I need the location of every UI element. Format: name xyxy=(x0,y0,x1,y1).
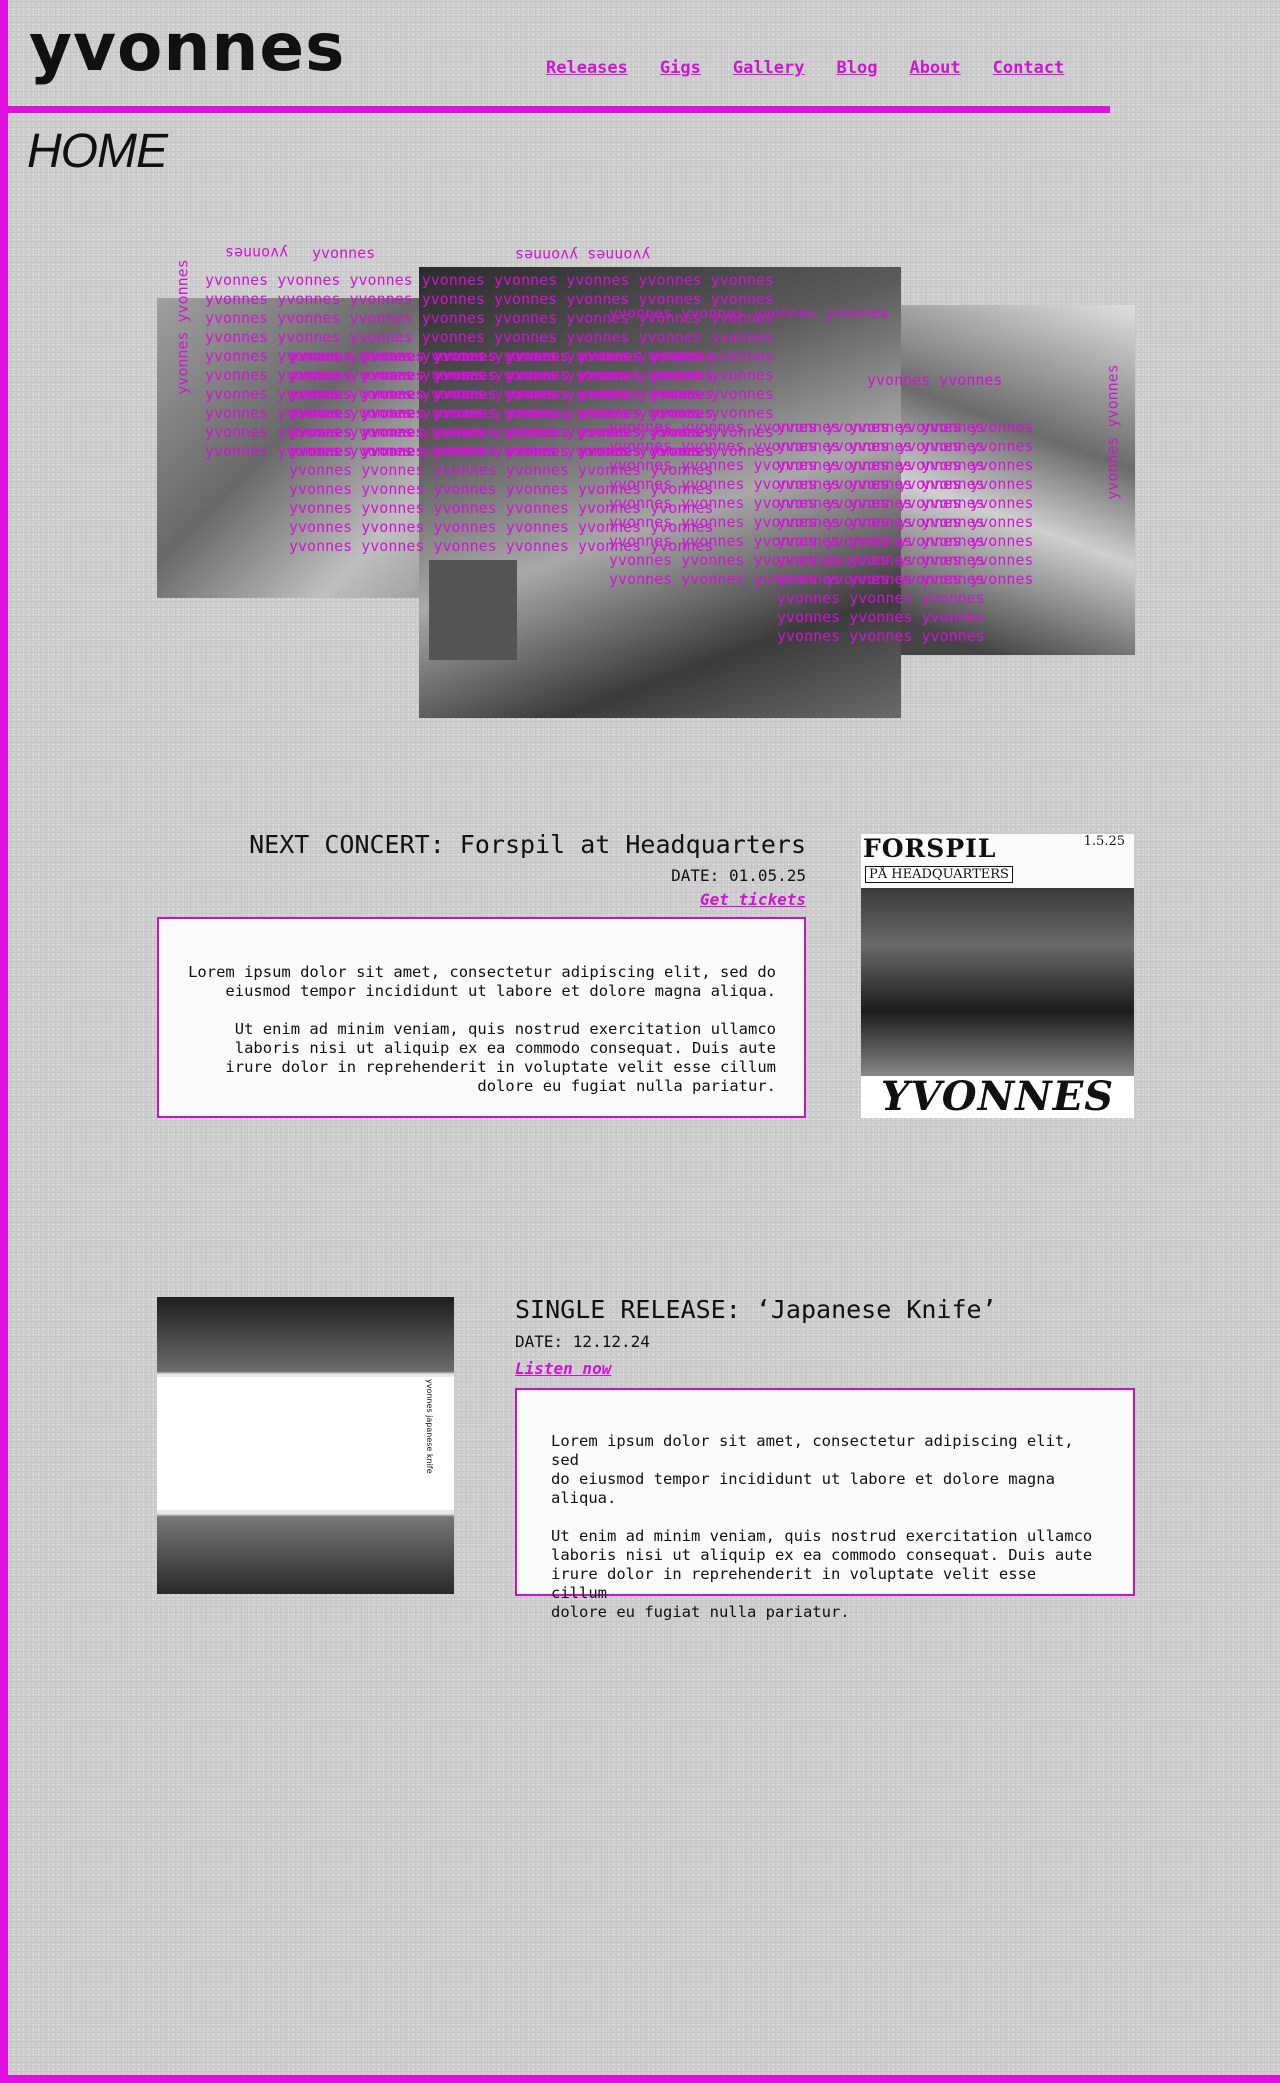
cover-label xyxy=(157,1377,454,1510)
collage-rotated-word: yvonnes yvonnes xyxy=(173,259,192,395)
concert-poster[interactable]: FORSPIL PÅ HEADQUARTERS 1.5.25 YVONNES xyxy=(861,834,1134,1118)
nav-gallery[interactable]: Gallery xyxy=(733,58,805,78)
concert-paragraph-2: Ut enim ad minim veniam, quis nostrud ex… xyxy=(225,1020,776,1095)
release-paragraph-1: Lorem ipsum dolor sit amet, consectetur … xyxy=(551,1432,1074,1507)
listen-now-link[interactable]: Listen now xyxy=(515,1359,611,1378)
cover-side-text: yvonnes japanese knife xyxy=(425,1379,434,1474)
concert-title: NEXT CONCERT: Forspil at Headquarters xyxy=(249,830,806,859)
poster-subtitle: PÅ HEADQUARTERS xyxy=(865,866,1013,883)
bottom-accent-bar xyxy=(0,2075,1280,2083)
poster-band-name: YVONNES xyxy=(861,1076,1134,1118)
nav-contact[interactable]: Contact xyxy=(993,58,1065,78)
concert-date: DATE: 01.05.25 xyxy=(671,866,806,885)
site-logo[interactable]: yvonnes xyxy=(29,8,345,88)
collage-rotated-word: yvonnes xyxy=(225,244,289,262)
collage-rotated-word: yvonnes yvonnes xyxy=(1103,364,1122,500)
header-divider xyxy=(8,106,1110,113)
hero-collage: yvonnes yvonnes yvonnes yvonnes yvonnes … xyxy=(157,238,1135,718)
main-nav: Releases Gigs Gallery Blog About Contact xyxy=(546,58,1096,78)
collage-rotated-word: yvonnes yvonnes xyxy=(515,246,651,264)
nav-releases[interactable]: Releases xyxy=(546,58,628,78)
concert-description-card: Lorem ipsum dolor sit amet, consectetur … xyxy=(157,917,806,1118)
collage-photo-small xyxy=(429,560,517,660)
nav-blog[interactable]: Blog xyxy=(837,58,878,78)
page-title: HOME xyxy=(27,125,168,178)
collage-word-block: yvonnes yvonnes yvonnes yvonnes yvonnes … xyxy=(777,418,985,645)
collage-word-block: yvonnes yvonnes yvonnes yvonnes xyxy=(609,304,889,322)
single-cover-art[interactable]: yvonnes japanese knife xyxy=(157,1297,454,1594)
release-paragraph-2: Ut enim ad minim veniam, quis nostrud ex… xyxy=(551,1527,1093,1621)
poster-band-photo xyxy=(861,888,1134,1078)
get-tickets-link[interactable]: Get tickets xyxy=(700,890,806,909)
concert-paragraph-1: Lorem ipsum dolor sit amet, consectetur … xyxy=(188,963,776,1000)
nav-gigs[interactable]: Gigs xyxy=(660,58,701,78)
collage-rotated-word: yvonnes xyxy=(312,244,376,262)
poster-number: 1.5.25 xyxy=(1080,834,1128,849)
left-accent-bar xyxy=(0,0,8,2083)
release-date: DATE: 12.12.24 xyxy=(515,1332,650,1351)
collage-word-block: yvonnes yvonnes xyxy=(867,371,1003,389)
nav-about[interactable]: About xyxy=(909,58,960,78)
poster-title: FORSPIL xyxy=(863,834,997,863)
release-description-card: Lorem ipsum dolor sit amet, consectetur … xyxy=(515,1388,1135,1621)
release-title: SINGLE RELEASE: ‘Japanese Knife’ xyxy=(515,1295,997,1324)
